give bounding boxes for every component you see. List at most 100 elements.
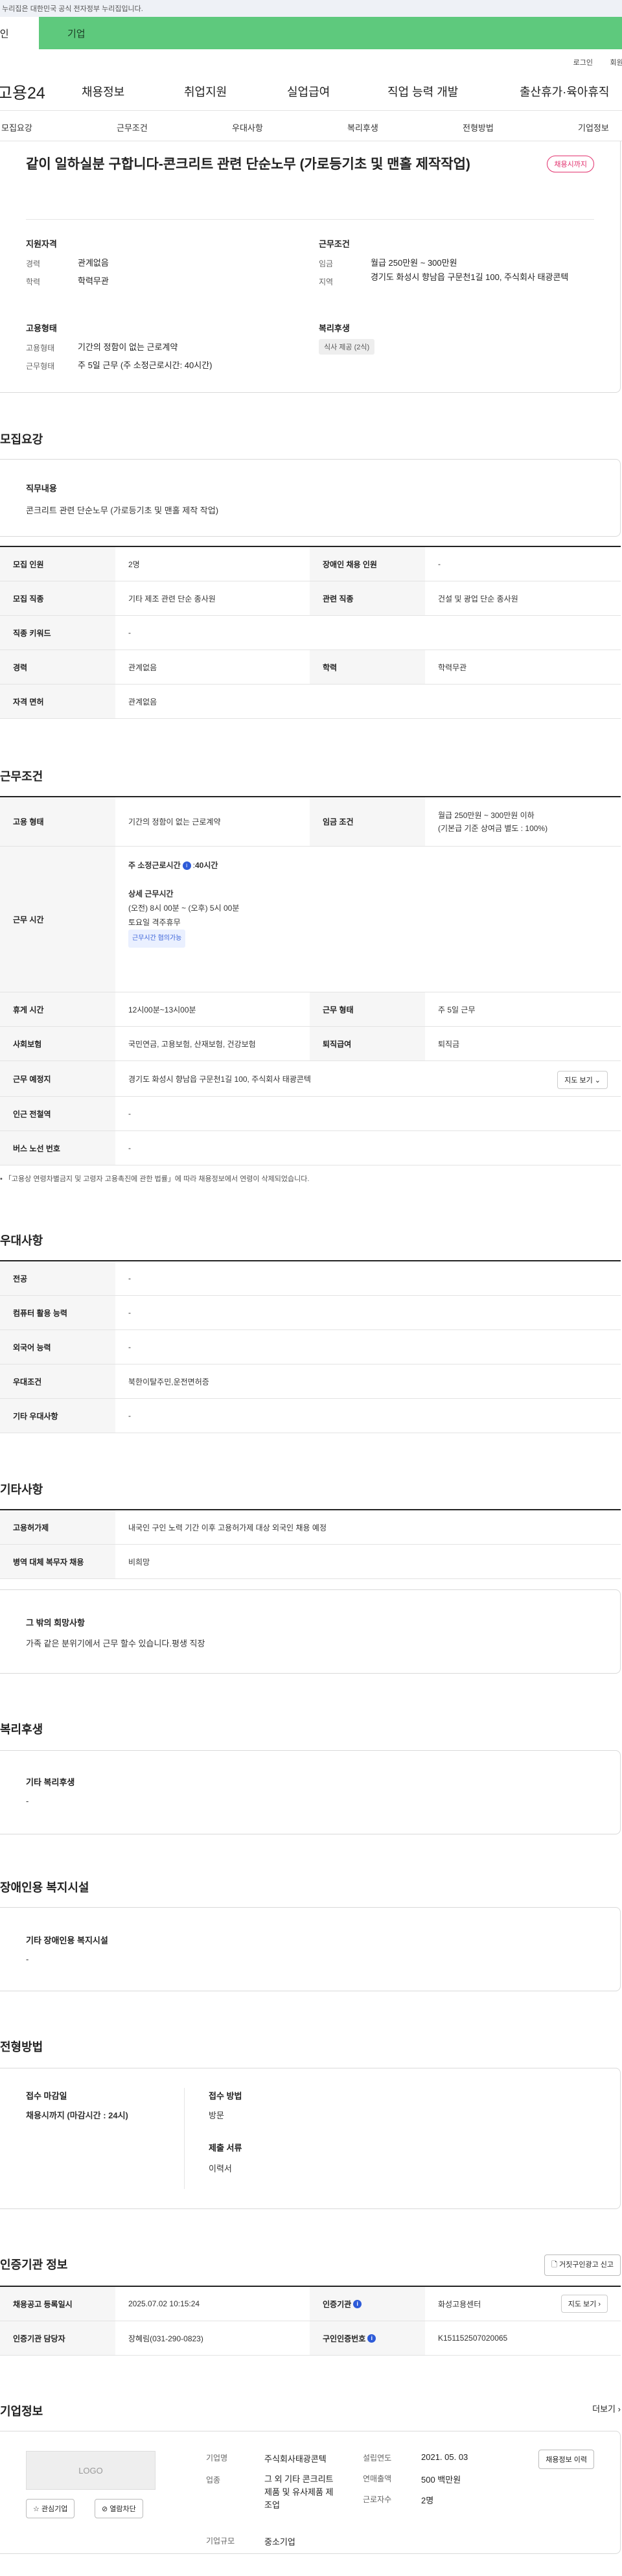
tab-personal[interactable]: 개인 — [0, 17, 39, 49]
disabled-count-label: 장애인 채용 인원 — [310, 547, 425, 581]
tab-company[interactable]: 기업 — [39, 17, 622, 49]
other-pref-value: - — [128, 1411, 131, 1420]
saturday-off: 토요일 격주휴무 — [128, 918, 181, 927]
map-button[interactable]: 지도 보기 ⌄ — [557, 1071, 608, 1089]
pc-skill-label: 컴퓨터 활용 능력 — [0, 1296, 115, 1329]
welfare-chip: 식사 제공 (2식) — [319, 339, 375, 355]
table-row: 버스 노선 번호 - — [0, 1131, 621, 1165]
table-row: 기타 우대사항 - — [0, 1399, 621, 1433]
table-row: 직종 키워드 - — [0, 616, 621, 650]
table-row: 자격 면허 관계없음 — [0, 685, 621, 719]
work-form-value: 주 5일 근무 (주 소정근로시간: 40시간) — [78, 360, 213, 370]
company-section-title: 기업정보 — [0, 2405, 43, 2418]
utility-links: 로그인 회원가입 — [0, 49, 622, 71]
tab-welfare[interactable]: 복리후생 — [347, 121, 378, 134]
divider — [184, 2088, 185, 2189]
duty-label: 직무내용 — [26, 484, 57, 493]
block-view-button[interactable]: ⊘ 열람차단 — [95, 2499, 143, 2518]
welfare-section-title: 복리후생 — [0, 1723, 43, 1736]
emp-type-value: 기간의 정함이 없는 근로계약 — [78, 342, 178, 352]
wage-label: 임금 — [319, 259, 334, 268]
career-label: 경력 — [0, 650, 115, 684]
tab-process[interactable]: 전형방법 — [463, 121, 494, 134]
info-icon[interactable]: i — [353, 2299, 362, 2308]
conditions-table: 고용 형태 기간의 정함이 없는 근로계약 임금 조건 월급 250만원 ~ 3… — [0, 796, 621, 1165]
deadline-value: 채용시까지 (마감시간 : 24시) — [26, 2111, 128, 2120]
license-label: 자격 면허 — [0, 685, 115, 718]
insurance-value: 국민연금, 고용보험, 산재보험, 건강보험 — [128, 1039, 256, 1049]
job-history-button[interactable]: 채용정보 이력 — [538, 2450, 594, 2469]
tab-company[interactable]: 기업정보 — [578, 121, 609, 134]
language-value: - — [128, 1342, 131, 1352]
process-section-title: 전형방법 — [0, 2041, 43, 2054]
agency-table: 채용공고 등록일시 2025.07.02 10:15:24 인증기관 i 화성고용… — [0, 2286, 621, 2356]
major-label: 전공 — [0, 1261, 115, 1295]
report-fake-ad-button[interactable]: 🗋 거짓구인광고 신고 — [544, 2254, 621, 2276]
rest-value: 12시00분~13시00분 — [128, 1005, 196, 1014]
deadline-badge: 채용시까지 — [547, 156, 594, 172]
nav-jobs[interactable]: 채용정보 — [82, 83, 124, 100]
foreign-worker-value: 내국인 구인 노력 기간 이후 고용허가제 대상 외국인 채용 예정 — [128, 1523, 327, 1532]
work-time-value: 주 소정근로시간 i:40시간 상세 근무시간 (오전) 8시 00분 ~ (오후… — [115, 847, 606, 992]
disabled-facility-value: - — [26, 1954, 29, 1964]
wage-bonus: (기본급 기준 상여금 별도 : 100%) — [438, 823, 548, 833]
reg-date-value: 2025.07.02 10:15:24 — [128, 2299, 200, 2308]
retirement-value: 퇴직금 — [438, 1039, 460, 1049]
manager-label: 인증기관 담당자 — [0, 2321, 115, 2355]
table-row: 사회보험 국민연금, 고용보험, 산재보험, 건강보험 퇴직급여 퇴직금 — [0, 1027, 621, 1061]
station-value: - — [128, 1109, 131, 1118]
station-label: 인근 전철역 — [0, 1097, 115, 1130]
preference-cond-label: 우대조건 — [0, 1364, 115, 1398]
chevron-right-icon: › — [598, 2301, 601, 2308]
gov-banner-text: 이 누리집은 대한민국 공식 전자정부 누리집입니다. — [0, 5, 143, 13]
reg-date-label: 채용공고 등록일시 — [0, 2287, 115, 2321]
nav-unemployment[interactable]: 실업급여 — [287, 83, 330, 100]
job-summary-card: 같이 일하실분 구합니다-콘크리트 관련 단순노무 (가로등기초 및 맨홀 제작… — [0, 141, 621, 393]
rest-label: 휴게 시간 — [0, 992, 115, 1026]
info-icon[interactable]: i — [367, 2334, 376, 2343]
table-row: 우대조건 북한이탈주민,운전면허증 — [0, 1364, 621, 1399]
method-value: 방문 — [209, 2111, 224, 2120]
signup-link[interactable]: 회원가입 — [610, 57, 622, 67]
bus-value: - — [128, 1143, 131, 1153]
job-label: 모집 직종 — [0, 581, 115, 615]
info-icon[interactable]: i — [182, 861, 191, 871]
welfare-label: 기타 복리후생 — [26, 1777, 75, 1787]
detail-hours-label: 상세 근무시간 — [128, 889, 174, 898]
nav-employment-support[interactable]: 취업지원 — [184, 83, 227, 100]
workplace-label: 근무 예정지 — [0, 1061, 115, 1096]
company-more-link[interactable]: 더보기 › — [592, 2402, 621, 2415]
cert-no-label: 구인인증번호 i — [310, 2321, 425, 2355]
wish-box: 그 밖의 희망사항 가족 같은 분위기에서 근무 할수 있습니다.평생 직장 — [0, 1589, 621, 1674]
company-size-label: 기업규모 — [206, 2536, 235, 2546]
table-row: 휴게 시간 12시00분~13시00분 근무 형태 주 5일 근무 — [0, 992, 621, 1027]
site-logo[interactable]: 고용24 — [0, 80, 45, 104]
company-logo: LOGO — [26, 2451, 156, 2490]
related-job-label: 관련 직종 — [310, 581, 425, 615]
disabled-box: 기타 장애인용 복지시설 - — [0, 1907, 621, 1991]
star-icon: ☆ — [33, 2505, 40, 2513]
company-size-value: 중소기업 — [264, 2537, 295, 2547]
tab-preference[interactable]: 우대사항 — [232, 121, 263, 134]
favorite-company-button[interactable]: ☆ 관심기업 — [26, 2499, 75, 2518]
table-row: 모집 직종 기타 제조 관련 단순 종사원 관련 직종 건설 및 광업 단순 종… — [0, 581, 621, 616]
industry-value: 그 외 기타 콘크리트 제품 및 유사제품 제조업 — [264, 2474, 334, 2510]
recruit-section-title: 모집요강 — [0, 433, 43, 446]
login-link[interactable]: 로그인 — [573, 57, 593, 67]
founded-label: 설립연도 — [363, 2453, 392, 2463]
tab-recruit[interactable]: 모집요강 — [1, 121, 32, 134]
agency-map-button[interactable]: 지도 보기 › — [560, 2295, 608, 2313]
nav-leave[interactable]: 출산휴가·육아휴직 — [520, 83, 609, 100]
gov-banner: 이 누리집은 대한민국 공식 전자정부 누리집입니다. — [0, 0, 622, 17]
welfare-value: - — [26, 1796, 29, 1806]
document-icon: 🗋 — [551, 2261, 557, 2269]
preference-section-title: 우대사항 — [0, 1234, 43, 1247]
disabled-facility-label: 기타 장애인용 복지시설 — [26, 1936, 108, 1945]
military-value: 비희망 — [128, 1557, 150, 1567]
tab-conditions[interactable]: 근무조건 — [117, 121, 148, 134]
preference-table: 전공 - 컴퓨터 활용 능력 - 외국어 능력 - 우대조건 북한이탈주민,운전… — [0, 1260, 621, 1433]
nav-training[interactable]: 직업 능력 개발 — [387, 83, 458, 100]
table-row: 인근 전철역 - — [0, 1097, 621, 1131]
deadline-label: 접수 마감일 — [26, 2091, 67, 2101]
method-label: 접수 방법 — [209, 2091, 242, 2101]
